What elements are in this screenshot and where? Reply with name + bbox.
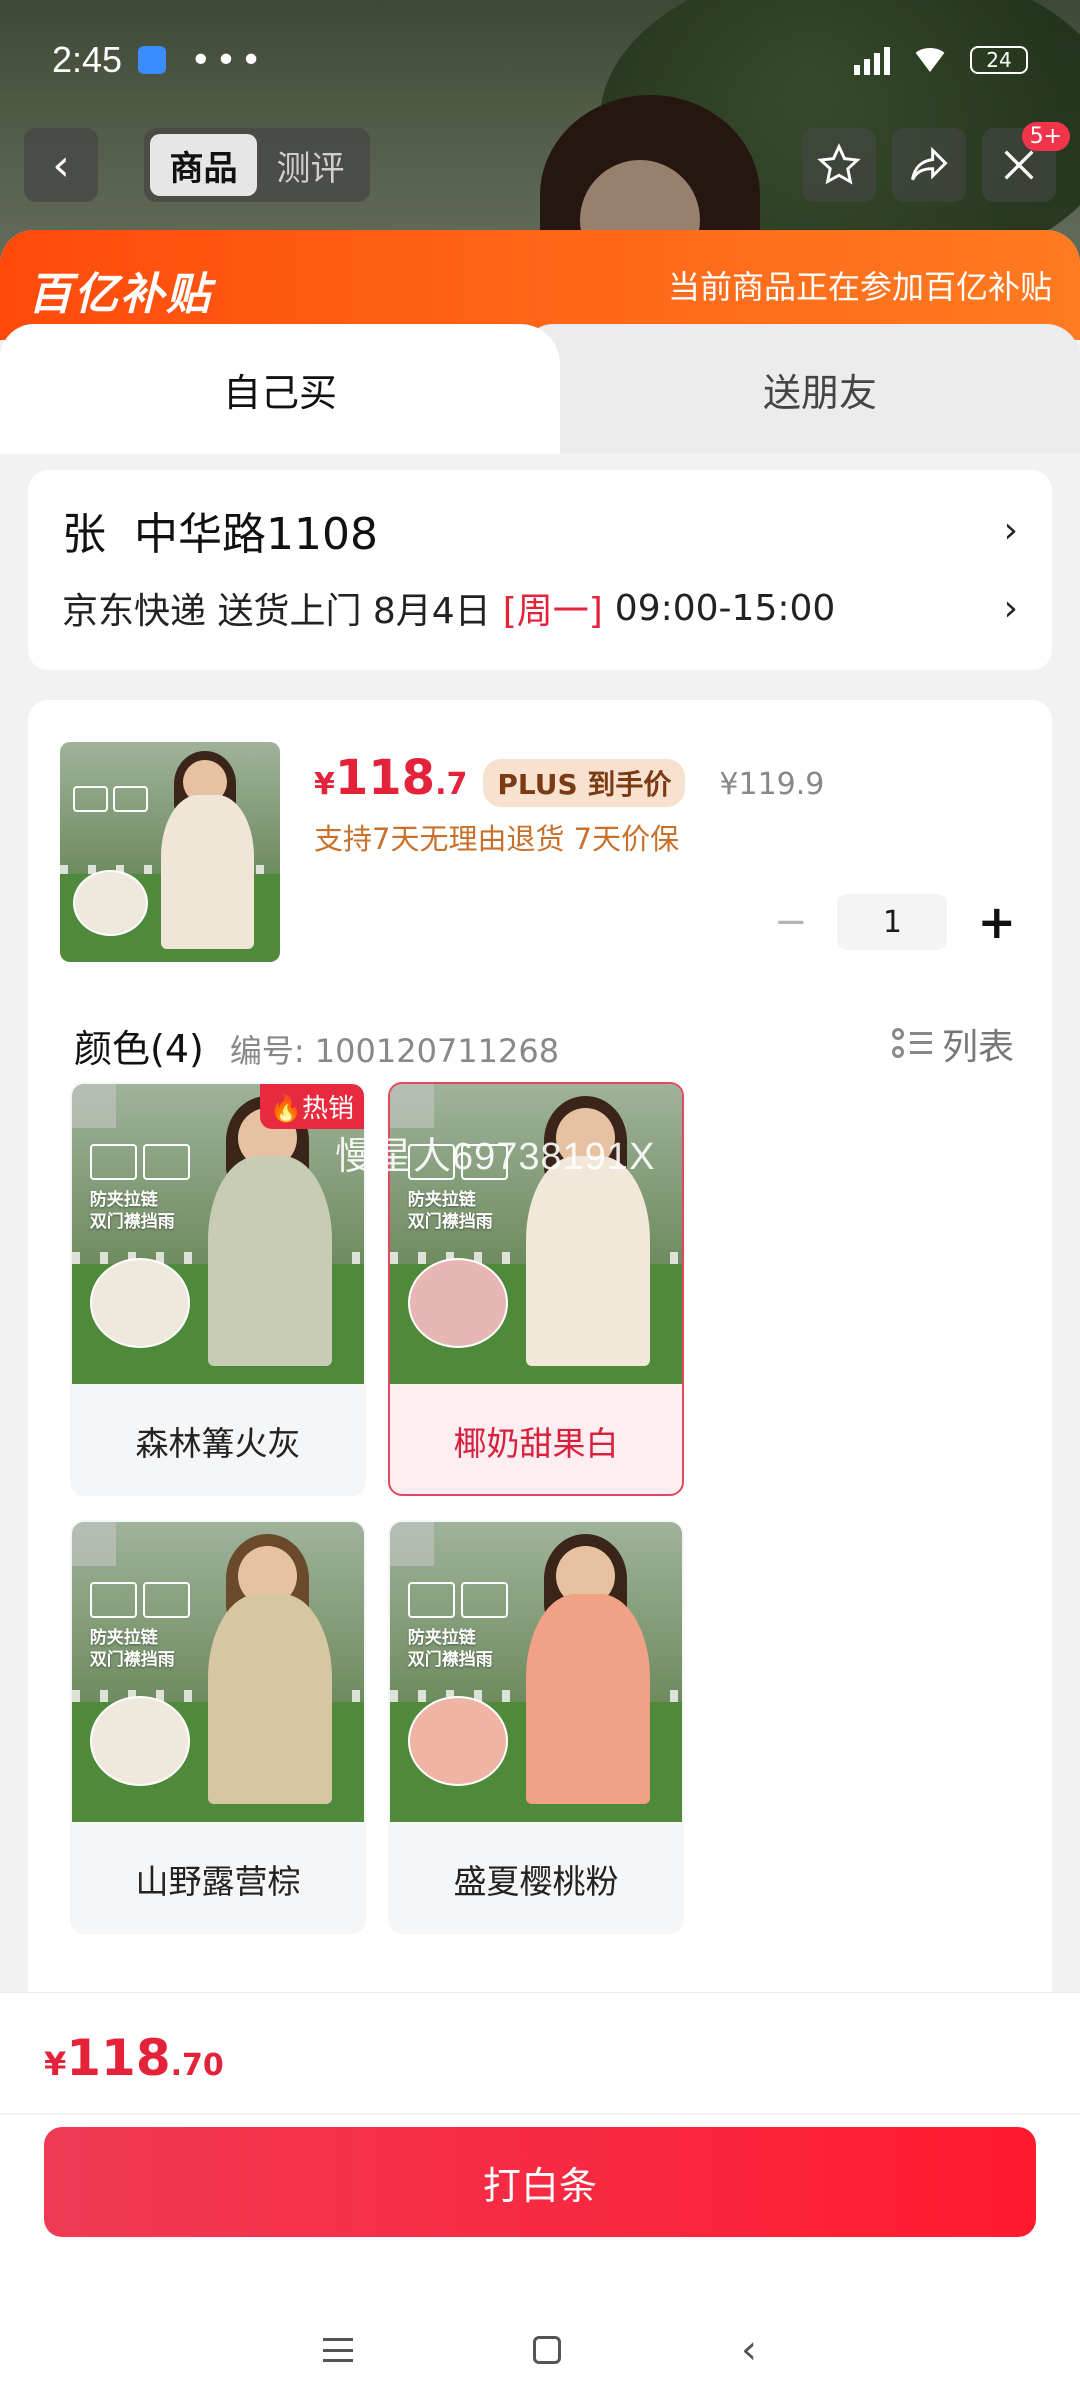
color-option-forest-gray[interactable]: 防夹拉链 双门襟挡雨 🔥热销 森林篝火灰 bbox=[70, 1082, 366, 1496]
feature-text-rain: 双门襟挡雨 bbox=[407, 1212, 493, 1232]
back-arrow-icon: ‹ bbox=[52, 139, 70, 191]
product-card: ¥ 118 .7 PLUS 到手价 ¥119.9 支持7天无理由退货 7天价保 … bbox=[28, 700, 1052, 2080]
back-button[interactable]: ‹ bbox=[24, 128, 98, 202]
increase-button[interactable]: + bbox=[977, 895, 1016, 949]
quantity-stepper: − 1 + bbox=[774, 894, 1016, 950]
plus-price-tag: PLUS 到手价 bbox=[483, 759, 686, 807]
price-integer: 118 bbox=[334, 750, 436, 806]
delivery-time: 09:00-15:00 bbox=[614, 587, 836, 629]
feature-text-rain: 双门襟挡雨 bbox=[407, 1650, 493, 1670]
list-view-button[interactable]: 列表 bbox=[891, 1018, 1014, 1070]
color-header: 颜色(4) 编号: 100120711268 列表 bbox=[74, 1018, 1014, 1073]
color-option-label: 森林篝火灰 bbox=[135, 1424, 301, 1463]
recipient-name: 张 bbox=[62, 509, 106, 560]
product-thumbnail[interactable] bbox=[60, 742, 280, 962]
tab-product[interactable]: 商品 bbox=[150, 134, 257, 196]
status-bar: 2:45 ••• 24 bbox=[0, 0, 1080, 120]
status-time: 2:45 bbox=[52, 39, 123, 80]
color-option-label: 椰奶甜果白 bbox=[453, 1424, 619, 1463]
color-option-label: 盛夏樱桃粉 bbox=[453, 1862, 619, 1901]
price-row: ¥ 118 .7 PLUS 到手价 ¥119.9 bbox=[314, 750, 824, 807]
subsidy-text: 当前商品正在参加百亿补贴 bbox=[667, 268, 1052, 306]
decrease-button[interactable]: − bbox=[774, 899, 808, 945]
tab-self-buy[interactable]: 自己买 bbox=[0, 324, 560, 454]
quantity-input[interactable]: 1 bbox=[837, 894, 948, 950]
share-icon bbox=[911, 146, 948, 181]
subsidy-logo: 百亿补贴 bbox=[28, 269, 212, 320]
back-icon[interactable]: ‹ bbox=[741, 2327, 757, 2373]
message-badge: 5+ bbox=[1021, 122, 1070, 151]
system-navigation: ‹ bbox=[0, 2300, 1080, 2400]
total-price: ¥ 118 .70 bbox=[44, 2029, 224, 2087]
close-icon bbox=[1004, 150, 1034, 180]
list-icon bbox=[891, 1026, 932, 1062]
feature-text-zipper: 防夹拉链 bbox=[89, 1190, 158, 1210]
delivery-weekday: [周一] bbox=[502, 591, 603, 632]
delivery-method: 京东快递 送货上门 8月4日 bbox=[62, 591, 491, 632]
hot-sale-badge: 🔥热销 bbox=[259, 1084, 364, 1129]
original-price: ¥119.9 bbox=[719, 767, 825, 802]
top-nav: ‹ 商品 测评 5+ bbox=[0, 122, 1080, 204]
tab-review[interactable]: 测评 bbox=[257, 134, 364, 196]
color-title: 颜色(4) bbox=[74, 1027, 204, 1071]
close-button[interactable]: 5+ bbox=[982, 122, 1070, 202]
total-integer: 118 bbox=[66, 2029, 171, 2087]
chevron-right-icon[interactable]: › bbox=[1004, 588, 1018, 629]
watermark: 慢星人69738191X bbox=[335, 1136, 656, 1178]
app-notification-icon bbox=[138, 46, 167, 74]
currency-symbol: ¥ bbox=[44, 2045, 67, 2083]
chevron-right-icon[interactable]: › bbox=[1004, 510, 1018, 551]
color-option-image: 防夹拉链 双门襟挡雨 bbox=[390, 1522, 682, 1822]
battery-icon: 24 bbox=[970, 46, 1028, 74]
total-decimal: .70 bbox=[170, 2048, 224, 2083]
feature-text-rain: 双门襟挡雨 bbox=[89, 1212, 175, 1232]
share-button[interactable] bbox=[892, 128, 966, 202]
service-guarantees: 支持7天无理由退货 7天价保 bbox=[314, 822, 680, 856]
list-label: 列表 bbox=[941, 1027, 1014, 1068]
wifi-icon bbox=[912, 48, 948, 72]
color-option-label: 山野露营棕 bbox=[135, 1862, 301, 1901]
feature-text-rain: 双门襟挡雨 bbox=[89, 1650, 175, 1670]
purchase-tabs: 自己买 送朋友 bbox=[0, 324, 1080, 454]
sku-number: 编号: 100120711268 bbox=[229, 1032, 560, 1070]
feature-text-zipper: 防夹拉链 bbox=[89, 1628, 158, 1648]
home-icon[interactable] bbox=[533, 2336, 561, 2364]
currency-symbol: ¥ bbox=[314, 767, 335, 802]
feature-text-zipper: 防夹拉链 bbox=[407, 1628, 476, 1648]
favorite-button[interactable] bbox=[802, 128, 876, 202]
tab-gift[interactable]: 送朋友 bbox=[560, 324, 1080, 454]
price-decimal: .7 bbox=[435, 767, 468, 802]
pay-with-baitiao-button[interactable]: 打白条 bbox=[44, 2127, 1036, 2237]
star-icon bbox=[817, 143, 861, 185]
color-option-camp-brown[interactable]: 防夹拉链 双门襟挡雨 山野露营棕 bbox=[70, 1520, 366, 1934]
battery-level: 24 bbox=[986, 48, 1012, 72]
delivery-info[interactable]: 京东快递 送货上门 8月4日 [周一] 09:00-15:00 › bbox=[62, 578, 1018, 638]
feature-text-zipper: 防夹拉链 bbox=[407, 1190, 476, 1210]
address-street: 中华路1108 bbox=[134, 509, 378, 560]
menu-icon[interactable] bbox=[323, 2338, 353, 2362]
color-option-cherry-pink[interactable]: 防夹拉链 双门襟挡雨 盛夏樱桃粉 bbox=[388, 1520, 684, 1934]
color-option-image: 防夹拉链 双门襟挡雨 bbox=[72, 1522, 364, 1822]
more-notifications-icon: ••• bbox=[190, 39, 266, 81]
color-option-image: 防夹拉链 双门襟挡雨 bbox=[72, 1084, 364, 1384]
address-card[interactable]: 张 中华路1108 › 京东快递 送货上门 8月4日 [周一] 09:00-15… bbox=[28, 470, 1052, 670]
segment-switch: 商品 测评 bbox=[144, 128, 370, 202]
signal-icon bbox=[854, 45, 890, 75]
